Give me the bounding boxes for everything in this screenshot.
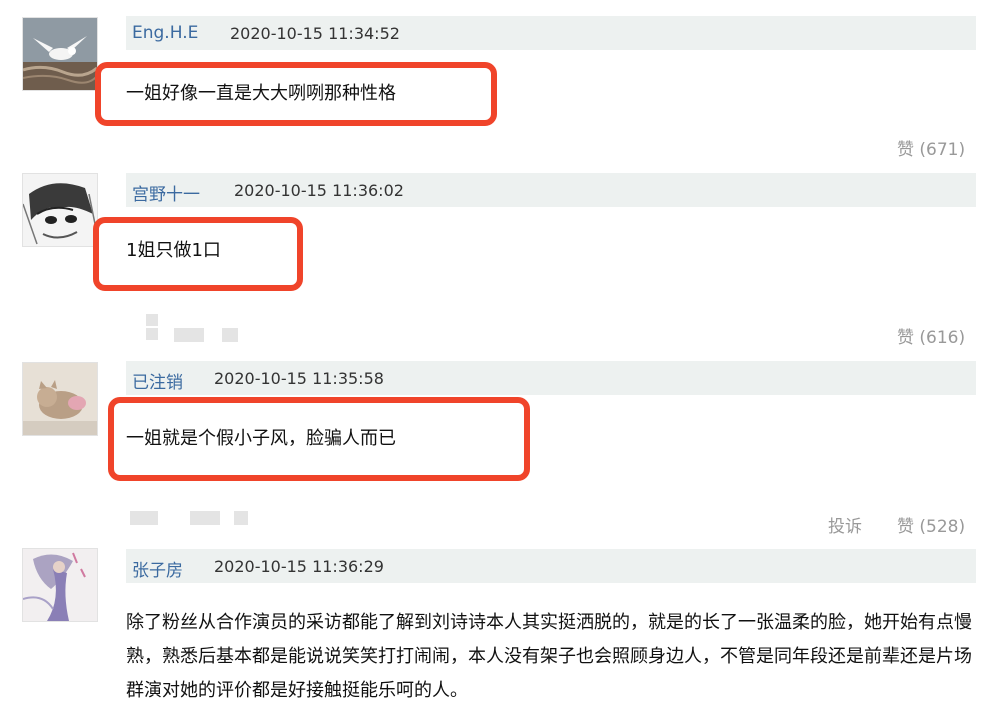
avatar[interactable] — [22, 548, 98, 622]
comment-time: 2020-10-15 11:36:29 — [214, 557, 384, 576]
comment-text: 除了粉丝从合作演员的采访都能了解到刘诗诗本人其实挺洒脱的，就是的长了一张温柔的脸… — [126, 612, 972, 701]
comment-item: 张子房 2020-10-15 11:36:29 除了粉丝从合作演员的采访都能了解… — [0, 0, 1000, 720]
comment-header: 张子房 2020-10-15 11:36:29 — [126, 549, 976, 583]
illustration-avatar-icon — [23, 549, 97, 621]
username-link[interactable]: 张子房 — [132, 556, 183, 581]
